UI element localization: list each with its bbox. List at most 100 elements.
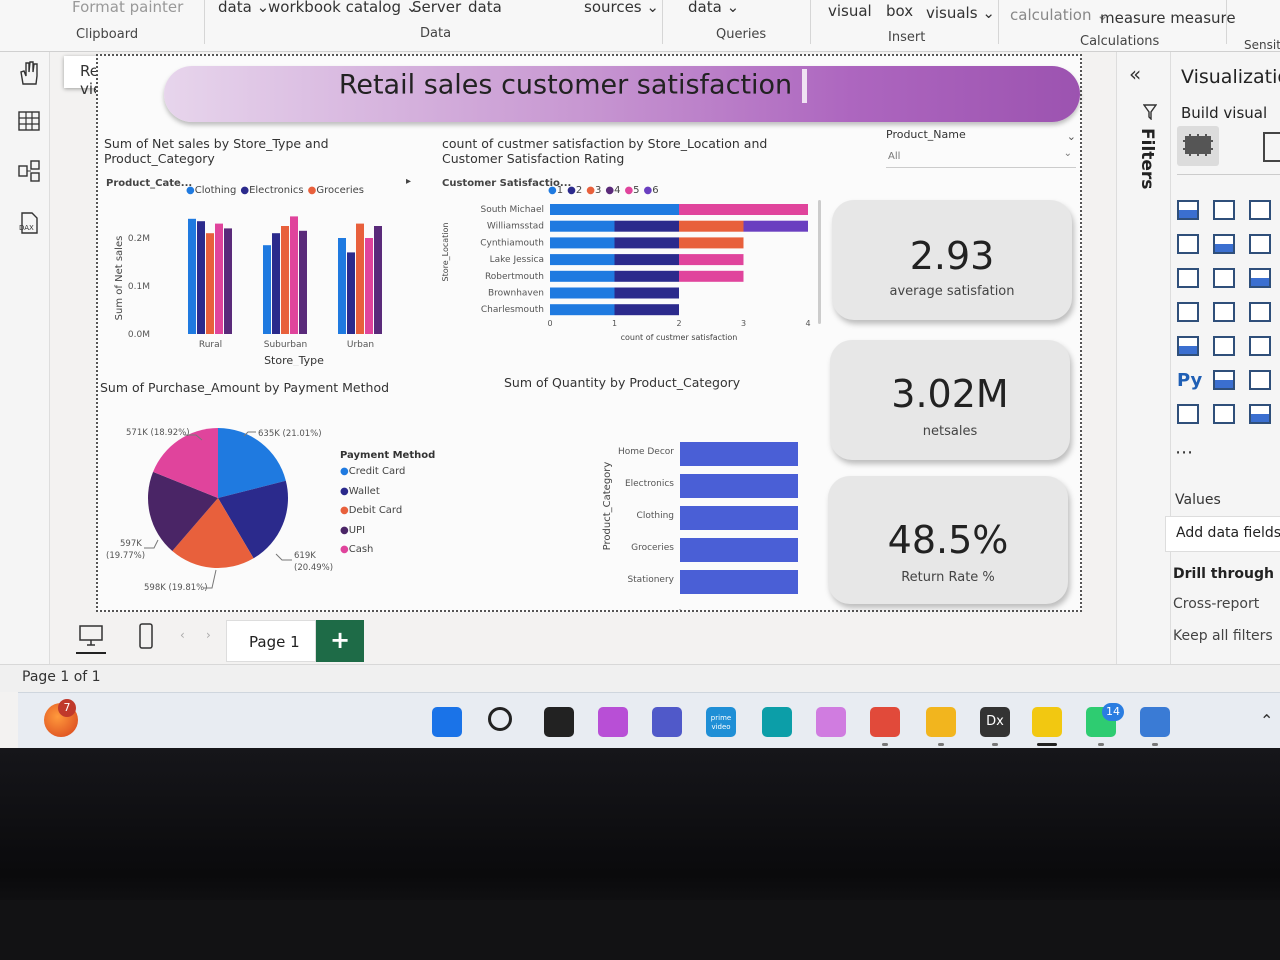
cross-report-toggle[interactable]: Cross-report xyxy=(1173,596,1259,612)
stacked-bar-segment xyxy=(679,204,808,215)
data-button[interactable]: data xyxy=(468,0,502,16)
next-page-icon[interactable]: › xyxy=(206,628,211,642)
model-view-icon[interactable] xyxy=(16,158,42,184)
new-visual-button[interactable]: visual xyxy=(828,2,872,20)
stacked-bar-icon[interactable] xyxy=(1177,200,1199,220)
quantity-bar-chart[interactable]: Sum of Quantity by Product_Category Prod… xyxy=(498,372,798,612)
slicer-icon[interactable] xyxy=(1249,336,1271,356)
data-dropdown[interactable]: data ⌄ xyxy=(218,0,269,16)
view-switcher: DAX xyxy=(0,52,50,664)
chart-title: count of custmer satisfaction by Store_L… xyxy=(442,136,768,166)
teams-icon[interactable] xyxy=(652,707,682,737)
photos-icon[interactable] xyxy=(816,707,846,737)
python-visual-icon[interactable]: Py xyxy=(1177,370,1202,391)
clustered-bar-icon[interactable] xyxy=(1249,200,1271,220)
y-axis-label: Store_Location xyxy=(441,223,450,282)
stacked-bar-segment xyxy=(679,220,744,232)
copilot-icon[interactable] xyxy=(598,707,628,737)
laptop-bezel xyxy=(0,748,1280,960)
product-name-slicer[interactable]: Product_Name ⌄ All ⌄ xyxy=(886,128,1082,174)
file-explorer-icon[interactable] xyxy=(926,707,956,737)
keep-all-filters-toggle[interactable]: Keep all filters xyxy=(1173,628,1273,644)
text-box-button[interactable]: box xyxy=(886,2,913,20)
format-visual-icon[interactable] xyxy=(1263,132,1280,162)
prime-video-icon[interactable]: prime video xyxy=(706,707,736,737)
line-chart-icon[interactable] xyxy=(1177,234,1199,254)
format-painter-button[interactable]: Format painter xyxy=(72,0,183,16)
more-visuals-icon[interactable]: ⋯ xyxy=(1175,442,1193,463)
clustered-column-icon[interactable] xyxy=(1213,200,1235,220)
legend-next-icon[interactable]: ▸ xyxy=(406,176,411,187)
paginated-report-icon[interactable] xyxy=(1177,404,1199,424)
funnel-icon[interactable] xyxy=(1213,268,1235,288)
more-visuals-dropdown[interactable]: visuals ⌄ xyxy=(926,4,995,22)
filters-pane-collapsed[interactable]: « Filters xyxy=(1117,52,1171,664)
waterfall-icon[interactable] xyxy=(1177,268,1199,288)
previous-page-icon[interactable]: ‹ xyxy=(180,628,185,642)
kpi-card-return-rate[interactable]: 48.5% Return Rate % xyxy=(828,476,1068,604)
x-tick-label: 3 xyxy=(741,319,746,328)
legend-item: ●2 xyxy=(567,185,583,196)
start-icon[interactable] xyxy=(432,707,462,737)
dx-app-icon[interactable]: Dx xyxy=(980,707,1010,737)
kpi-card-average-satisfaction[interactable]: 2.93 average satisfation xyxy=(832,200,1072,320)
chart-scrollbar[interactable] xyxy=(818,200,821,324)
data-queries-dropdown[interactable]: data ⌄ xyxy=(688,0,739,16)
page-tab-page-1[interactable]: Page 1 xyxy=(226,620,316,662)
chart-title: Sum of Quantity by Product_Category xyxy=(504,375,741,390)
sources-dropdown[interactable]: sources ⌄ xyxy=(584,0,659,16)
add-page-button[interactable]: + xyxy=(316,620,364,662)
y-tick-label: Brownhaven xyxy=(488,289,544,299)
bar xyxy=(215,223,223,334)
edge-icon[interactable] xyxy=(762,707,792,737)
net-sales-bar-chart[interactable]: Sum of Net sales by Store_Type and Produ… xyxy=(104,136,424,366)
calculations-group-label: Calculations xyxy=(1080,34,1160,49)
workbook-catalog-dropdown[interactable]: workbook catalog ⌄ xyxy=(268,0,418,16)
stacked-bar-plot: Store_Location South Michael Williamsstad C… xyxy=(441,204,811,342)
ribbon-chart-icon[interactable] xyxy=(1249,234,1271,254)
legend-item: ●1 xyxy=(548,185,564,196)
visualizations-header: Visualizatio xyxy=(1181,66,1280,88)
table-icon[interactable] xyxy=(1177,336,1199,356)
quick-measure-button[interactable]: measure measure xyxy=(1100,9,1236,27)
globe-map-icon[interactable] xyxy=(1213,302,1235,322)
scatter-icon[interactable] xyxy=(1249,268,1271,288)
stacked-bar-segment xyxy=(550,304,615,316)
kpi-value: 48.5% xyxy=(887,518,1009,562)
y-tick-label: Cynthiamouth xyxy=(480,238,544,248)
kpi-card-net-sales[interactable]: 3.02M netsales xyxy=(830,340,1070,460)
desktop-layout-icon[interactable] xyxy=(78,624,104,648)
collapse-icon[interactable]: « xyxy=(1129,62,1141,86)
remote-desktop-icon[interactable] xyxy=(1140,707,1170,737)
matrix-icon[interactable] xyxy=(1177,302,1199,322)
add-data-fields-well[interactable]: Add data fields h xyxy=(1165,516,1280,552)
bar xyxy=(197,221,205,334)
server-button[interactable]: Server xyxy=(412,0,461,16)
running-indicator xyxy=(1098,743,1104,746)
kpi-icon[interactable] xyxy=(1213,336,1235,356)
payment-method-pie-chart[interactable]: Sum of Purchase_Amount by Payment Method… xyxy=(98,378,438,608)
power-bi-icon[interactable] xyxy=(1032,707,1062,737)
build-visual-tab[interactable] xyxy=(1177,126,1219,166)
satisfaction-stacked-bar-chart[interactable]: count of custmer satisfaction by Store_L… xyxy=(438,136,828,366)
shape-map-icon[interactable] xyxy=(1249,302,1271,322)
stacked-bar-segment xyxy=(679,254,744,266)
dax-query-view-icon[interactable]: DAX xyxy=(16,210,42,236)
task-view-icon[interactable] xyxy=(544,707,574,737)
search-icon[interactable] xyxy=(488,707,512,731)
chevron-down-icon[interactable]: ⌄ xyxy=(1067,130,1076,143)
slicer-dropdown[interactable]: All ⌄ xyxy=(886,148,1076,168)
report-view-icon[interactable] xyxy=(16,60,42,86)
mobile-layout-icon[interactable] xyxy=(138,622,154,650)
y-tick-label: South Michael xyxy=(481,205,545,215)
chevron-up-icon[interactable]: ⌃ xyxy=(1260,711,1273,730)
decomposition-tree-icon[interactable] xyxy=(1213,370,1235,390)
key-influencers-icon[interactable] xyxy=(1249,370,1271,390)
slicer-label: Product_Name xyxy=(886,128,966,141)
chrome-icon[interactable] xyxy=(870,707,900,737)
qa-icon[interactable] xyxy=(1249,404,1271,424)
area-chart-icon[interactable] xyxy=(1213,234,1235,254)
calculation-dropdown[interactable]: calculation ⌄ xyxy=(1010,6,1109,24)
card-icon[interactable] xyxy=(1213,404,1235,424)
table-view-icon[interactable] xyxy=(16,108,42,134)
